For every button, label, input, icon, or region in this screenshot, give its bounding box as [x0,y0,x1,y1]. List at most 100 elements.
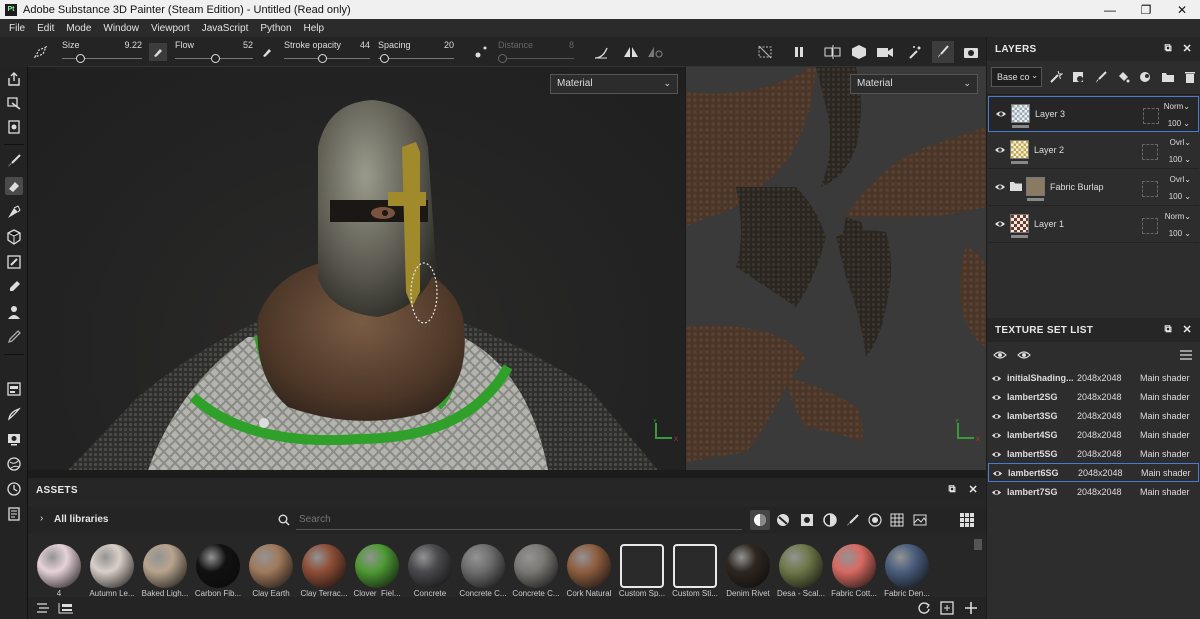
filter-alphas-icon[interactable] [868,513,882,527]
brush-settings-icon[interactable] [5,405,23,423]
filter-brushes-icon[interactable] [846,513,860,527]
menu-python[interactable]: Python [254,23,297,34]
eye-icon[interactable] [991,430,1002,441]
filter-list-icon[interactable] [36,601,50,615]
layer-blend-mode[interactable]: Ovrl⌄ [1170,138,1191,147]
filter-smart-materials-icon[interactable] [776,513,790,527]
flow-param[interactable]: Flow 52 [175,39,253,65]
layer-opacity[interactable]: 100 ⌄ [1169,229,1191,238]
size-pen-pressure-icon[interactable] [149,43,167,61]
texture-set-row[interactable]: lambert5SG 2048x2048 Main shader [988,445,1199,464]
texture-set-row[interactable]: lambert4SG 2048x2048 Main shader [988,426,1199,445]
asset-scrollbar[interactable] [974,539,982,550]
add-mask-icon[interactable] [1071,70,1085,84]
menu-list-icon[interactable] [1180,350,1192,360]
environment-icon[interactable] [5,455,23,473]
texture-set-row[interactable]: lambert3SG 2048x2048 Main shader [988,407,1199,426]
eye-icon[interactable] [991,392,1002,403]
close-panel-icon[interactable]: ✕ [1182,42,1192,55]
flow-pen-pressure-icon[interactable] [258,43,276,61]
size-slider-track[interactable] [62,58,142,59]
import-resources-icon[interactable] [964,601,978,615]
viewport-3d[interactable]: Material ⌄ Y X [28,67,685,470]
display-settings-icon[interactable] [5,118,23,136]
spacing-param[interactable]: Spacing 20 [378,39,454,65]
stroke-opacity-slider-knob[interactable] [318,54,327,63]
bake-icon[interactable] [5,94,23,112]
export-icon[interactable] [5,70,23,88]
filter-masks-icon[interactable] [800,513,814,527]
menu-viewport[interactable]: Viewport [145,23,196,34]
add-fill-layer-icon[interactable] [1116,70,1130,84]
3d-view-icon[interactable] [850,43,868,61]
paint-mode-icon[interactable] [932,41,954,63]
viewport-2d-mode-select[interactable]: Material ⌄ [850,74,978,94]
eye-icon[interactable] [991,487,1002,498]
smudge-tool-icon[interactable] [5,253,23,271]
distance-slider-track[interactable] [498,58,574,59]
layer-mask-slot[interactable] [1142,218,1158,234]
spacing-slider-knob[interactable] [380,54,389,63]
asset-search-input[interactable] [296,510,742,530]
stroke-opacity-slider-track[interactable] [284,58,370,59]
delete-layer-icon[interactable] [1183,70,1197,84]
eye-icon[interactable] [994,218,1006,230]
channel-select[interactable]: Base co ⌄ [991,67,1042,87]
menu-edit[interactable]: Edit [31,23,60,34]
lazy-mouse-icon[interactable] [472,43,490,61]
effects-icon[interactable] [906,43,924,61]
distance-value[interactable]: 8 [569,40,574,50]
alignment-icon[interactable] [592,43,610,61]
symmetry-icon[interactable] [622,43,640,61]
flow-value[interactable]: 52 [243,40,253,50]
layer-opacity[interactable]: 100 ⌄ [1169,192,1191,201]
brush-preset-icon[interactable] [32,43,50,61]
size-param[interactable]: Size 9.22 [62,39,142,65]
filter-filters-icon[interactable] [823,513,837,527]
layer-blend-mode[interactable]: Norm⌄ [1164,102,1190,111]
eye-icon[interactable] [994,144,1006,156]
paint-tool-icon[interactable] [5,152,23,170]
history-icon[interactable] [5,480,23,498]
filter-textures-icon[interactable] [890,513,904,527]
distance-slider-knob[interactable] [498,54,507,63]
clone-tool-icon[interactable] [5,278,23,296]
mask-display-icon[interactable] [756,43,774,61]
undock-icon[interactable]: ⧉ [949,484,956,495]
screenshot-icon[interactable] [962,43,980,61]
layer-mask-slot[interactable] [1142,181,1158,197]
spacing-value[interactable]: 20 [444,40,454,50]
filter-environments-icon[interactable] [913,513,927,527]
eye-icon[interactable] [992,468,1003,479]
geometry-fill-icon[interactable] [5,228,23,246]
maximize-button[interactable]: ❐ [1128,0,1164,19]
eye-icon[interactable] [995,108,1007,120]
layer-row[interactable]: Fabric Burlap Ovrl⌄ 100 ⌄ [988,170,1199,206]
texture-set-row[interactable]: lambert2SG 2048x2048 Main shader [988,388,1199,407]
layer-row[interactable]: Layer 1 Norm⌄ 100 ⌄ [988,207,1199,243]
sidebar-toggle-icon[interactable] [58,601,74,615]
eye-icon[interactable] [991,449,1002,460]
flow-slider-knob[interactable] [211,54,220,63]
eye-icon[interactable] [991,411,1002,422]
filter-materials-icon[interactable] [750,510,770,530]
chevron-right-icon[interactable]: › [40,513,43,524]
menu-window[interactable]: Window [97,23,145,34]
log-icon[interactable] [5,505,23,523]
layer-blend-mode[interactable]: Ovrl⌄ [1170,175,1191,184]
solo-visibility-icon[interactable] [993,349,1007,361]
layer-row[interactable]: Layer 3 Norm⌄ 100 ⌄ [988,96,1199,132]
layer-mask-slot[interactable] [1143,108,1159,124]
spacing-slider-track[interactable] [378,58,454,59]
viewer-settings-icon[interactable] [5,430,23,448]
undock-icon[interactable]: ⧉ [1165,43,1172,54]
new-library-icon[interactable] [940,601,954,615]
size-value[interactable]: 9.22 [124,40,142,50]
texture-set-row[interactable]: initialShading... 2048x2048 Main shader [988,369,1199,388]
eye-icon[interactable] [1017,349,1031,361]
refresh-icon[interactable] [917,601,931,615]
layer-opacity[interactable]: 100 ⌄ [1168,119,1190,128]
layer-row[interactable]: Layer 2 Ovrl⌄ 100 ⌄ [988,133,1199,169]
split-view-icon[interactable] [824,43,842,61]
menu-javascript[interactable]: JavaScript [196,23,255,34]
